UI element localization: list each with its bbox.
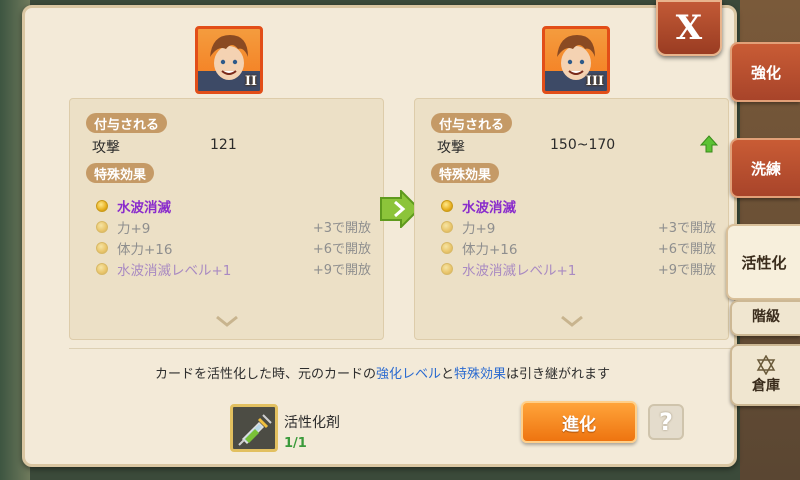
coin-icon [96, 220, 108, 233]
notice-highlight-level: 強化レベル [375, 367, 441, 382]
activation-dialog: II III 付与される 攻撃 121 特殊効果 水波消滅 力+9 +3で開放 … [22, 5, 737, 467]
special-effect-label: 特殊効果 [431, 163, 500, 183]
coin-icon [441, 199, 453, 212]
granted-label: 付与される [431, 113, 513, 133]
effect-condition: +6で開放 [657, 242, 716, 257]
effect-name: 水波消滅レベル+1 [117, 262, 232, 279]
coin-icon [441, 241, 453, 254]
activator-item-count: 1/1 [284, 436, 307, 451]
attack-value: 121 [210, 137, 237, 153]
notice-mid: と [440, 367, 454, 382]
effect-condition: +9で開放 [657, 263, 716, 278]
coin-icon [96, 262, 108, 275]
coin-icon [441, 262, 453, 275]
activator-item-name: 活性化剤 [284, 415, 340, 431]
tab-storage-label: 倉庫 [752, 378, 780, 394]
tab-rank[interactable]: 階級 [730, 300, 800, 336]
source-card-details: 付与される 攻撃 121 特殊効果 水波消滅 力+9 +3で開放 体力+16 +… [69, 98, 384, 340]
effect-condition: +3で開放 [312, 221, 371, 236]
effect-name: 体力+16 [117, 241, 173, 258]
syringe-icon [238, 414, 272, 446]
help-button[interactable]: ? [648, 404, 684, 440]
attack-label: 攻撃 [92, 140, 120, 156]
effect-name: 力+9 [462, 220, 496, 237]
effect-condition: +9で開放 [312, 263, 371, 278]
effect-row: 水波消滅 [441, 195, 716, 216]
effect-condition: +3で開放 [657, 221, 716, 236]
effect-row: 体力+16 +6で開放 [96, 237, 371, 258]
coin-icon [441, 220, 453, 233]
tab-storage[interactable]: 倉庫 [730, 344, 800, 406]
tab-activate[interactable]: 活性化 [726, 224, 800, 300]
coin-icon [96, 199, 108, 212]
effect-condition: +6で開放 [312, 242, 371, 257]
tab-refine[interactable]: 洗練 [730, 138, 800, 198]
effect-row: 水波消滅レベル+1 +9で開放 [441, 258, 716, 279]
effect-list: 水波消滅 力+9 +3で開放 体力+16 +6で開放 水波消滅レベル+1 +9で… [441, 195, 716, 279]
effect-row: 力+9 +3で開放 [96, 216, 371, 237]
effect-name: 水波消滅レベル+1 [462, 262, 577, 279]
rank-badge: II [244, 74, 257, 89]
effect-name: 水波消滅 [117, 199, 171, 216]
star-of-david-icon [756, 355, 776, 375]
effect-name: 体力+16 [462, 241, 518, 258]
effect-row: 水波消滅レベル+1 +9で開放 [96, 258, 371, 279]
divider [69, 348, 731, 349]
evolve-button[interactable]: 進化 [521, 401, 637, 443]
chevron-down-icon[interactable] [560, 315, 584, 327]
tab-enhance[interactable]: 強化 [730, 42, 800, 102]
notice-prefix: カードを活性化した時、元のカードの [154, 367, 376, 382]
stat-up-arrow-icon [700, 135, 718, 153]
effect-row: 水波消滅 [96, 195, 371, 216]
effect-name: 水波消滅 [462, 199, 516, 216]
chevron-down-icon[interactable] [215, 315, 239, 327]
effect-row: 体力+16 +6で開放 [441, 237, 716, 258]
source-card-portrait: II [195, 26, 263, 94]
notice-highlight-effect: 特殊効果 [454, 367, 507, 382]
rank-badge: III [585, 74, 604, 89]
granted-label: 付与される [86, 113, 168, 133]
effect-row: 力+9 +3で開放 [441, 216, 716, 237]
effect-list: 水波消滅 力+9 +3で開放 体力+16 +6で開放 水波消滅レベル+1 +9で… [96, 195, 371, 279]
special-effect-label: 特殊効果 [86, 163, 155, 183]
notice-suffix: は引き継がれます [506, 367, 611, 382]
attack-label: 攻撃 [437, 140, 465, 156]
close-button[interactable]: X [656, 0, 722, 56]
inheritance-notice: カードを活性化した時、元のカードの強化レベルと特殊効果は引き継がれます [25, 363, 740, 382]
attack-value: 150~170 [550, 137, 616, 153]
result-card-portrait: III [542, 26, 610, 94]
activator-item-icon [230, 404, 278, 452]
coin-icon [96, 241, 108, 254]
effect-name: 力+9 [117, 220, 151, 237]
result-card-details: 付与される 攻撃 150~170 特殊効果 水波消滅 力+9 +3で開放 体力+… [414, 98, 729, 340]
